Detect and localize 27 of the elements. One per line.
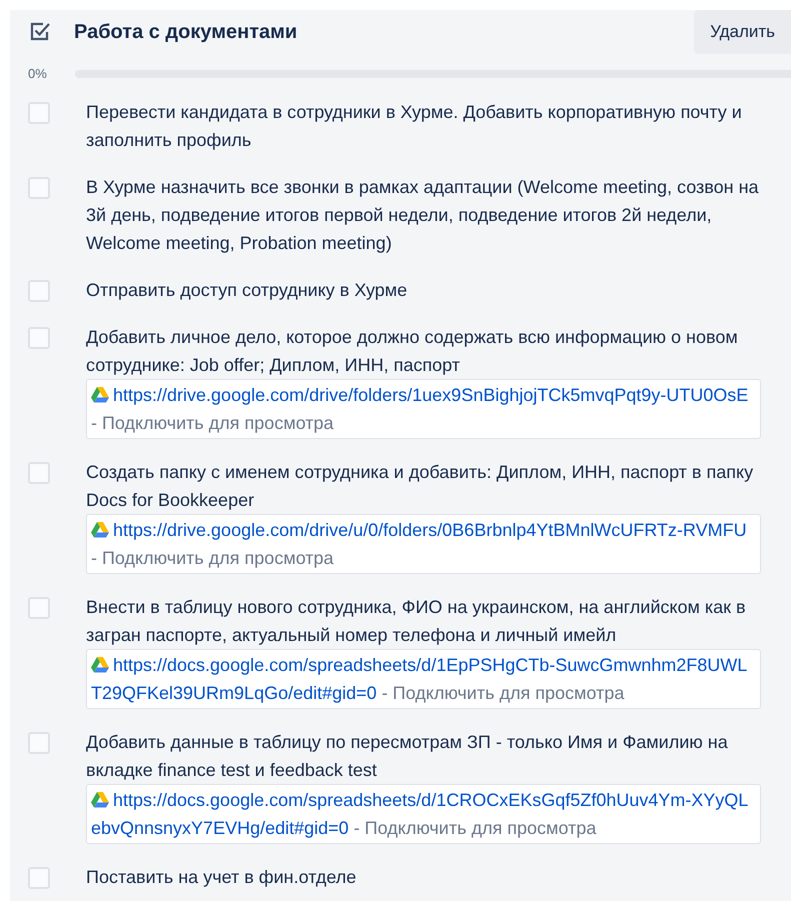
- checkbox[interactable]: [28, 866, 50, 888]
- checklist-item-text: Внести в таблицу нового сотрудника, ФИО на украинском, на английском как в загран паспорте, актуальный номер телефона и личный имейл: [86, 596, 747, 647]
- delete-button[interactable]: Удалить: [694, 10, 791, 54]
- checklist-title: Работа с документами: [74, 20, 298, 45]
- checkbox[interactable]: [28, 280, 50, 302]
- checkbox[interactable]: [28, 176, 50, 198]
- drive-icon: [91, 522, 109, 538]
- checklist-item-text: Добавить личное дело, которое должно содержать всю информацию о новом сотруднике: Job offer; Диплом, ИНН, паспорт: [86, 326, 739, 377]
- drive-link[interactable]: https://drive.google.com/drive/u/0/folders/0B6Brbnlp4YtBMnlWcUFRTz-RVMFU - Подключить для просмотра: [86, 514, 761, 574]
- drive-icon: [91, 656, 109, 672]
- checklist-item-text: Отправить доступ сотруднику в Хурме: [86, 278, 408, 302]
- checklist-item-text: Добавить данные в таблицу по пересмотрам ЗП - только Имя и Фамилию на вкладке finance test и feedback test: [86, 730, 729, 782]
- checklist-item-text: Поставить на учет в фин.отделе: [86, 866, 356, 889]
- checklist-item-text: Создать папку с именем сотрудника и добавить: Диплом, ИНН, паспорт в папку Docs for Bookkeeper: [86, 460, 754, 512]
- checkbox[interactable]: [28, 732, 50, 754]
- drive-icon: [91, 792, 109, 808]
- checklist-item-text: Перевести кандидата в сотрудники в Хурме. Добавить корпоративную почту и заполнить профиль: [86, 100, 743, 152]
- drive-link[interactable]: https://drive.google.com/drive/folders/1uex9SnBighjojTCk5mvqPqt9y-UTU0OsE - Подключить для просмотра: [86, 378, 761, 438]
- checkbox[interactable]: [28, 596, 50, 618]
- checkbox[interactable]: [28, 462, 50, 484]
- drive-link[interactable]: https://docs.google.com/spreadsheets/d/1CROCxEKsGqf5Zf0hUuv4Ym-XYyQLebvQnnsnyxY7EVHg/edit#gid=0 - Подключить для просмотра: [86, 784, 761, 844]
- checkbox[interactable]: [28, 102, 50, 124]
- drive-icon: [91, 386, 109, 402]
- checklist-item-text: В Хурме назначить все звонки в рамках адаптации (Welcome meeting, созвон на 3й день, подведение итогов первой недели, подведение итогов 2й недели, Welcome meeting, Probation meeting): [86, 176, 760, 255]
- drive-link[interactable]: https://docs.google.com/spreadsheets/d/1EpPSHgCTb-SuwcGmwnhm2F8UWLT29QFKel39URm9LqGo/edit#gid=0 - Подключить для просмотра: [86, 648, 761, 708]
- progress-percent: 0%: [28, 65, 48, 83]
- checkbox[interactable]: [28, 326, 50, 348]
